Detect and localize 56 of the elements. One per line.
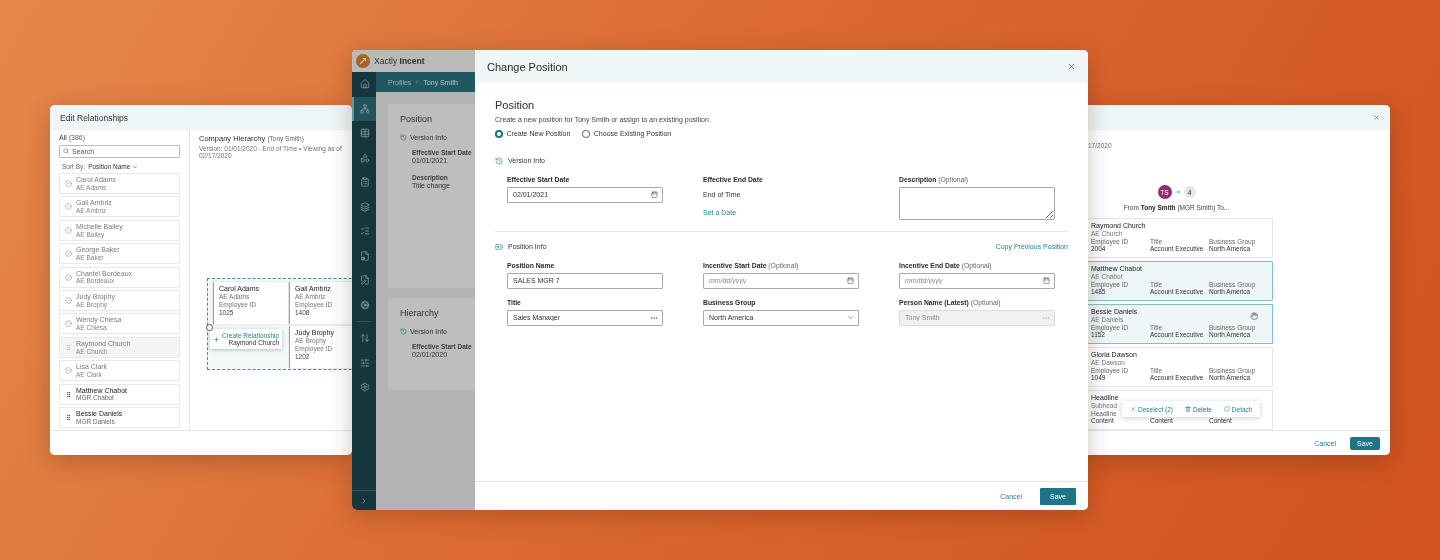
clipboard-icon — [360, 177, 370, 188]
close-button[interactable] — [1373, 114, 1380, 121]
arrows-icon — [360, 333, 370, 344]
card-title: Position — [400, 114, 433, 124]
file-gear-icon — [360, 250, 370, 261]
trash-icon — [1185, 406, 1192, 412]
checklist-icon — [360, 226, 370, 237]
table-icon — [360, 128, 370, 139]
close-button[interactable] — [1067, 62, 1076, 71]
nav-item[interactable] — [352, 96, 376, 121]
layers-icon — [360, 201, 370, 212]
close-icon — [1130, 406, 1136, 412]
chevron-down-icon — [132, 163, 139, 170]
drag-handle-icon[interactable] — [65, 390, 72, 398]
chevron-down-icon[interactable] — [847, 314, 854, 321]
history-icon — [400, 134, 407, 141]
section-heading: Position — [495, 99, 536, 111]
check-circle-icon — [65, 250, 72, 258]
dialog-title: Change Position — [487, 60, 568, 73]
arrow-right-icon — [1174, 189, 1181, 195]
radio-button[interactable] — [495, 130, 503, 138]
id-card-icon — [495, 242, 503, 251]
history-icon — [495, 156, 503, 165]
check-circle-icon — [65, 320, 72, 328]
logo-icon — [356, 54, 370, 68]
search-icon — [63, 148, 69, 154]
settings-icon — [360, 382, 370, 393]
gear-icon — [360, 299, 370, 310]
chevron-right-icon — [414, 79, 421, 85]
calendar-icon[interactable] — [1043, 277, 1050, 284]
window-title: Edit Relationships — [60, 112, 129, 123]
check-circle-icon — [65, 226, 72, 234]
history-icon — [400, 328, 407, 335]
hand-cursor-icon — [1250, 312, 1258, 320]
app-logo-text: Xactly Incent — [374, 56, 425, 66]
plus-icon — [213, 335, 220, 343]
card-title: Hierarchy — [400, 308, 439, 318]
check-circle-icon — [65, 367, 72, 375]
close-icon — [1067, 62, 1076, 71]
check-circle-icon — [65, 203, 72, 211]
calendar-icon[interactable] — [847, 277, 854, 284]
calendar-icon[interactable] — [651, 190, 658, 198]
sliders-icon — [360, 357, 370, 368]
radio-button[interactable] — [582, 130, 590, 138]
file-pen-icon — [360, 275, 370, 286]
check-circle-icon — [65, 273, 72, 281]
drag-handle-icon[interactable] — [65, 413, 72, 421]
close-icon — [1373, 114, 1380, 121]
shapes-icon — [360, 152, 370, 163]
home-icon — [360, 79, 370, 90]
check-circle-icon — [65, 180, 72, 187]
hierarchy-icon — [360, 103, 370, 114]
check-circle-icon — [65, 296, 72, 304]
chevron-right-icon — [360, 496, 368, 505]
description-field[interactable] — [899, 186, 1055, 220]
cursor-icon — [206, 324, 213, 331]
